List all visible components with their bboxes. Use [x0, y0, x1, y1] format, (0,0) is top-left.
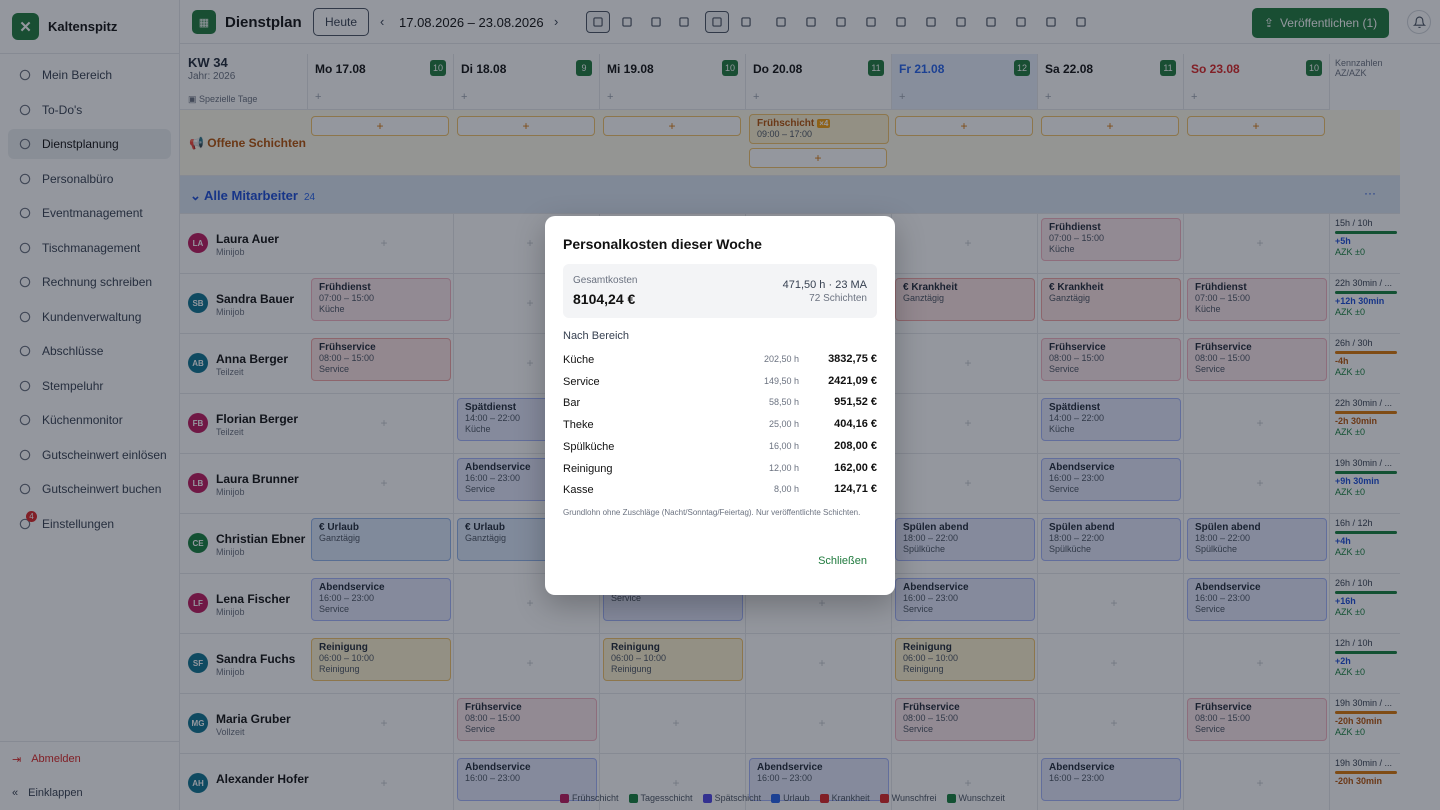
cost-row-hours: 16,00 h [768, 440, 799, 451]
total-shifts: 72 Schichten [809, 293, 867, 304]
cost-row: Bar 58,50 h 951,52 € [563, 395, 877, 415]
cost-row-hours: 202,50 h [763, 354, 799, 364]
cost-row-name: Küche [563, 354, 595, 366]
cost-row-name: Theke [563, 419, 594, 432]
cost-row: Reinigung 12,00 h 162,00 € [563, 461, 877, 481]
total-cost-box: Gesamtkosten 8104,24 € 471,50 h · 23 MA … [563, 264, 877, 318]
close-button[interactable]: Schließen [818, 555, 867, 567]
cost-row-name: Kasse [563, 484, 594, 497]
cost-row-cost: 2421,09 € [828, 374, 877, 387]
cost-row-name: Spülküche [563, 440, 615, 453]
personnel-cost-modal: Personalkosten dieser Woche Gesamtkosten… [545, 216, 895, 595]
total-hours: 471,50 h · 23 MA [782, 279, 867, 291]
cost-row-cost: 404,16 € [834, 418, 877, 431]
modal-note: Grundlohn ohne Zuschläge (Nacht/Sonntag/… [563, 508, 861, 517]
total-label: Gesamtkosten [573, 275, 638, 286]
cost-row: Spülküche 16,00 h 208,00 € [563, 439, 877, 459]
cost-row-cost: 124,71 € [834, 483, 877, 496]
cost-row-hours: 25,00 h [768, 419, 799, 430]
cost-row-hours: 149,50 h [763, 375, 799, 386]
cost-row-cost: 951,52 € [834, 396, 877, 409]
cost-row-hours: 8,00 h [773, 484, 799, 495]
cost-row-name: Bar [563, 397, 581, 410]
cost-row-name: Reinigung [563, 462, 613, 475]
cost-row-cost: 162,00 € [834, 461, 877, 474]
cost-row: Kasse 8,00 h 124,71 € [563, 482, 877, 502]
cost-row: Service 149,50 h 2421,09 € [563, 374, 877, 394]
cost-row: Küche 202,50 h 3832,75 € [563, 352, 877, 372]
cost-row-name: Service [563, 375, 600, 388]
cost-row-hours: 58,50 h [768, 397, 799, 408]
total-value: 8104,24 € [573, 291, 636, 307]
section-label: Nach Bereich [563, 330, 630, 342]
cost-row: Theke 25,00 h 404,16 € [563, 417, 877, 437]
cost-row-cost: 208,00 € [834, 439, 877, 452]
cost-row-cost: 3832,75 € [828, 353, 877, 365]
modal-title: Personalkosten dieser Woche [563, 236, 762, 252]
cost-row-hours: 12,00 h [768, 462, 799, 473]
